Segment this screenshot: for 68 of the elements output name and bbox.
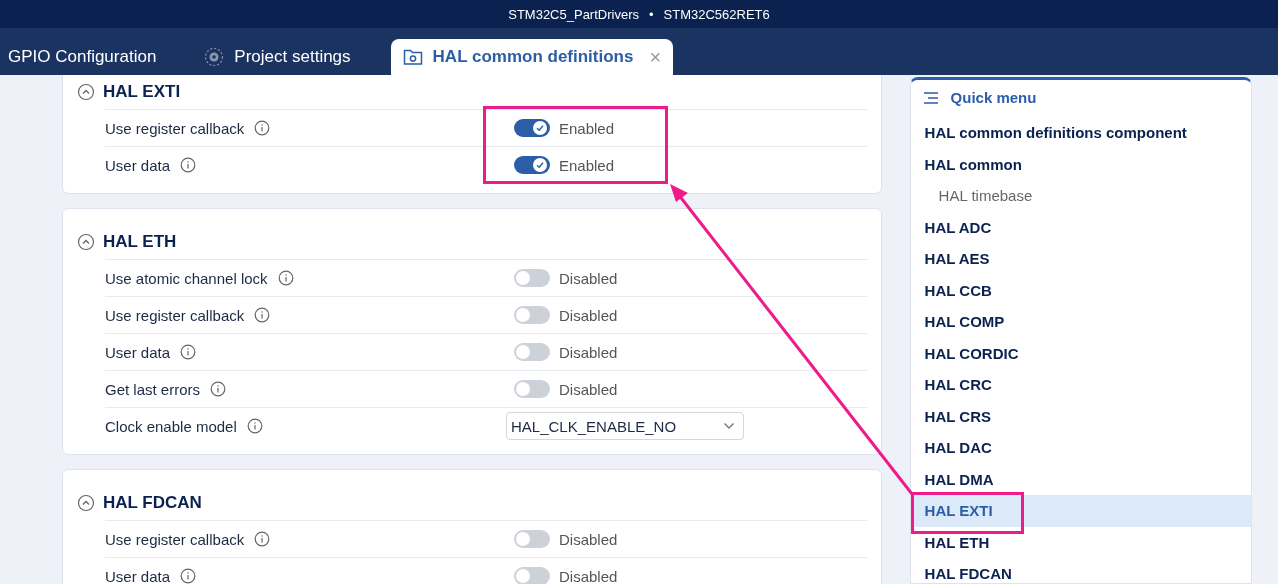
tab[interactable]: Project settings: [196, 39, 363, 75]
toggle-switch[interactable]: [514, 567, 550, 584]
quick-menu-item[interactable]: HAL timebase: [910, 180, 1251, 212]
gear-icon: [204, 47, 225, 67]
toggle-status: Disabled: [559, 306, 618, 324]
section-title: HAL EXTI: [103, 82, 181, 102]
toggle-status: Enabled: [559, 156, 615, 174]
quick-menu-item[interactable]: HAL ADC: [910, 211, 1251, 243]
info-icon[interactable]: [210, 381, 227, 397]
setting-label: Clock enable model: [105, 417, 237, 435]
setting-label: User data: [105, 343, 171, 361]
device-name: STM32C562RET6: [663, 6, 770, 22]
quick-menu-item[interactable]: HAL common: [910, 148, 1251, 180]
quick-menu-title: Quick menu: [950, 89, 1037, 106]
quick-menu-item[interactable]: HAL ETH: [910, 526, 1251, 558]
toggle-switch[interactable]: [514, 530, 550, 548]
tab[interactable]: GPIO Configuration: [0, 39, 169, 75]
info-icon[interactable]: [254, 120, 271, 136]
info-icon[interactable]: [180, 568, 197, 584]
section-title: HAL ETH: [103, 232, 177, 252]
quick-menu-item[interactable]: HAL FDCAN: [910, 558, 1251, 584]
info-icon[interactable]: [277, 270, 294, 286]
setting-label: Use register callback: [105, 119, 245, 137]
toggle-switch[interactable]: [514, 119, 550, 137]
setting-label: Use atomic channel lock: [105, 269, 268, 287]
setting-label: Get last errors: [105, 380, 201, 398]
toggle-status: Disabled: [559, 269, 618, 287]
dropdown[interactable]: HAL_CLK_ENABLE_NO: [506, 412, 744, 440]
setting-label: Use register callback: [105, 530, 245, 548]
info-icon[interactable]: [180, 157, 197, 173]
quick-menu-item[interactable]: HAL AES: [910, 243, 1251, 275]
info-icon[interactable]: [254, 307, 271, 323]
collapse-icon[interactable]: [77, 494, 95, 512]
toggle-switch[interactable]: [514, 306, 550, 324]
separator-dot: •: [649, 6, 654, 22]
setting-label: User data: [105, 156, 171, 174]
quick-menu-item[interactable]: HAL CORDIC: [910, 337, 1251, 369]
info-icon[interactable]: [180, 344, 197, 360]
info-icon[interactable]: [246, 418, 263, 434]
collapse-icon[interactable]: [77, 233, 95, 251]
toggle-status: Enabled: [559, 119, 615, 137]
quick-menu-item[interactable]: HAL CRS: [910, 400, 1251, 432]
toggle-switch[interactable]: [514, 269, 550, 287]
toggle-status: Disabled: [559, 567, 618, 584]
quick-menu-item[interactable]: HAL DAC: [910, 432, 1251, 464]
quick-menu-item[interactable]: HAL DMA: [910, 463, 1251, 495]
section-title: HAL FDCAN: [103, 493, 202, 513]
toggle-switch[interactable]: [514, 380, 550, 398]
folder-gear-icon: [402, 48, 423, 66]
toggle-status: Disabled: [559, 530, 618, 548]
quick-menu-item[interactable]: HAL CCB: [910, 274, 1251, 306]
chevron-down-icon: [723, 422, 735, 430]
quick-menu-item[interactable]: HAL COMP: [910, 306, 1251, 338]
toggle-switch[interactable]: [514, 343, 550, 361]
check-icon: [535, 123, 545, 133]
quick-menu-item[interactable]: HAL CRC: [910, 369, 1251, 401]
quick-menu-item[interactable]: HAL common definitions component: [910, 117, 1251, 149]
setting-label: User data: [105, 567, 171, 584]
toggle-status: Disabled: [559, 343, 618, 361]
project-name: STM32C5_PartDrivers: [508, 6, 639, 22]
setting-label: Use register callback: [105, 306, 245, 324]
tab[interactable]: HAL common definitions ×: [390, 39, 674, 75]
toggle-status: Disabled: [559, 380, 618, 398]
check-icon: [535, 160, 545, 170]
info-icon[interactable]: [254, 531, 271, 547]
menu-icon: [922, 90, 939, 105]
toggle-switch[interactable]: [514, 156, 550, 174]
collapse-icon[interactable]: [77, 83, 95, 101]
